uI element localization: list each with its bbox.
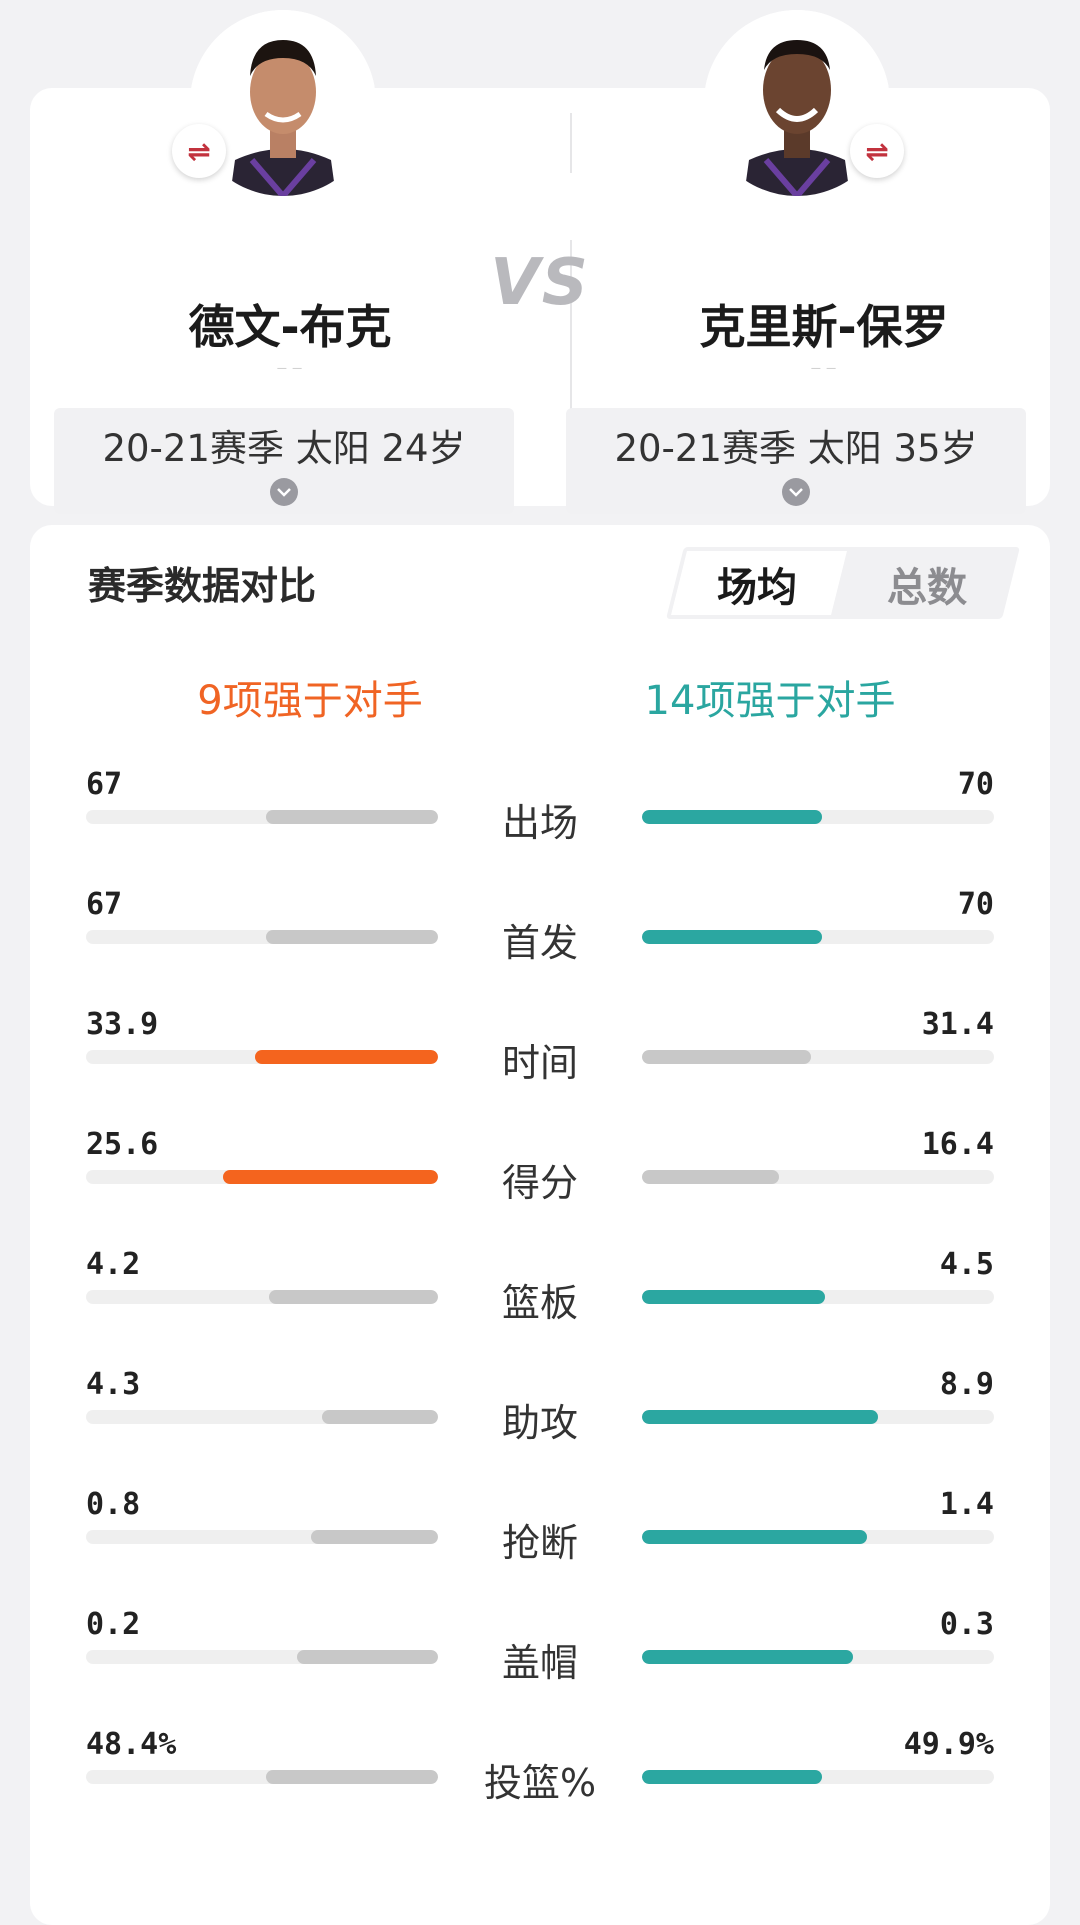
stat-left-value: 4.2 [86,1247,141,1282]
summary-right: 14项强于对手 [644,678,896,724]
stat-right-bar [642,1170,780,1184]
stat-right-value: 4.5 [939,1247,994,1282]
stat-left-bar-track [86,1290,438,1304]
player-left-subtitle: — — [276,363,304,374]
stat-right-bar-track [642,810,994,824]
player-right-subtitle: — — [810,363,838,374]
tab-totals[interactable]: 总数 [887,555,967,613]
stat-left-value: 4.3 [86,1367,141,1402]
stat-right-value: 49.9% [903,1727,994,1762]
stat-left-bar [269,1290,438,1304]
stat-right-value: 70 [957,887,994,922]
player-right-season: 20-21赛季 太阳 35岁 [614,427,978,470]
stat-left-bar [321,1410,438,1424]
stat-left-bar-track [86,930,438,944]
player-right-name[interactable]: 克里斯-保罗 [604,291,1044,357]
stat-left-value: 25.6 [86,1127,159,1162]
stat-left-value: 48.4% [86,1727,177,1762]
summary-left: 9项强于对手 [197,678,423,724]
stat-label: 篮板 [501,1281,578,1325]
stat-row: 0.8 1.4 抢断 [30,1487,1050,1607]
stat-right-bar [642,1770,822,1784]
stat-right-value: 1.4 [939,1487,994,1522]
chevron-down-icon [782,478,810,506]
stats-compare-card: 赛季数据对比 场均 总数 9项强于对手 14项强于对手 67 70 出场 67 70 首发… [30,525,1050,1925]
stat-right-bar [642,1050,811,1064]
stat-row: 25.6 16.4 得分 [30,1127,1050,1247]
stat-right-value: 0.3 [939,1607,994,1642]
stat-right-value: 31.4 [921,1007,994,1042]
swap-icon[interactable]: ⇌ [172,124,226,178]
stat-label: 助攻 [501,1401,578,1445]
stat-label: 抢断 [501,1521,578,1565]
tab-per-game[interactable]: 场均 [717,555,797,613]
stat-left-bar [223,1170,438,1184]
stat-left-value: 67 [86,887,123,922]
stat-right-value: 8.9 [939,1367,994,1402]
stat-left-bar-track [86,1050,438,1064]
stat-right-bar [642,1530,868,1544]
stat-left-value: 33.9 [86,1007,159,1042]
stat-left-value: 67 [86,767,123,802]
stat-right-bar-track [642,1170,994,1184]
stat-right-bar-track [642,1050,994,1064]
player-right-season-select[interactable]: 20-21赛季 太阳 35岁 [566,408,1026,514]
stat-row: 48.4% 49.9% 投篮% [30,1727,1050,1847]
stat-right-bar-track [642,1650,994,1664]
stat-left-bar-track [86,1770,438,1784]
stat-left-bar [265,930,438,944]
stat-row: 4.3 8.9 助攻 [30,1367,1050,1487]
stat-left-bar-track [86,1530,438,1544]
stat-left-bar [265,810,438,824]
stat-right-bar-track [642,1530,994,1544]
stat-row: 4.2 4.5 篮板 [30,1247,1050,1367]
stat-right-value: 16.4 [921,1127,994,1162]
stat-row: 0.2 0.3 盖帽 [30,1607,1050,1727]
stat-left-bar-track [86,1650,438,1664]
stat-left-bar [254,1050,438,1064]
vs-divider [570,113,572,173]
stat-left-value: 0.8 [86,1487,141,1522]
player-left-season: 20-21赛季 太阳 24岁 [102,427,466,470]
stat-left-bar-track [86,1170,438,1184]
player-left-name[interactable]: 德文-布克 [70,291,510,357]
section-title: 赛季数据对比 [88,564,317,608]
stat-right-bar-track [642,930,994,944]
stat-right-bar-track [642,1290,994,1304]
stat-left-value: 0.2 [86,1607,141,1642]
stat-row: 33.9 31.4 时间 [30,1007,1050,1127]
stat-label: 时间 [501,1041,578,1085]
stat-right-bar [642,1410,878,1424]
stat-left-bar-track [86,1410,438,1424]
stat-right-bar-track [642,1770,994,1784]
chevron-down-icon [270,478,298,506]
swap-icon[interactable]: ⇌ [850,124,904,178]
stat-right-bar [642,810,822,824]
stat-right-bar-track [642,1410,994,1424]
stat-left-bar [297,1650,438,1664]
stat-label: 首发 [501,921,578,965]
stat-left-bar-track [86,810,438,824]
stat-right-bar [642,1290,826,1304]
stat-right-bar [642,930,822,944]
stat-label: 盖帽 [501,1641,578,1685]
stat-label: 投篮% [483,1761,597,1805]
avg-total-toggle: 场均 总数 [666,547,1020,619]
stat-left-bar [265,1770,438,1784]
stat-row: 67 70 首发 [30,887,1050,1007]
stat-left-bar [311,1530,438,1544]
stat-label: 得分 [501,1161,578,1205]
stat-right-bar [642,1650,854,1664]
stat-right-value: 70 [957,767,994,802]
stat-label: 出场 [501,801,578,845]
player-left-season-select[interactable]: 20-21赛季 太阳 24岁 [54,408,514,514]
stat-row: 67 70 出场 [30,767,1050,887]
